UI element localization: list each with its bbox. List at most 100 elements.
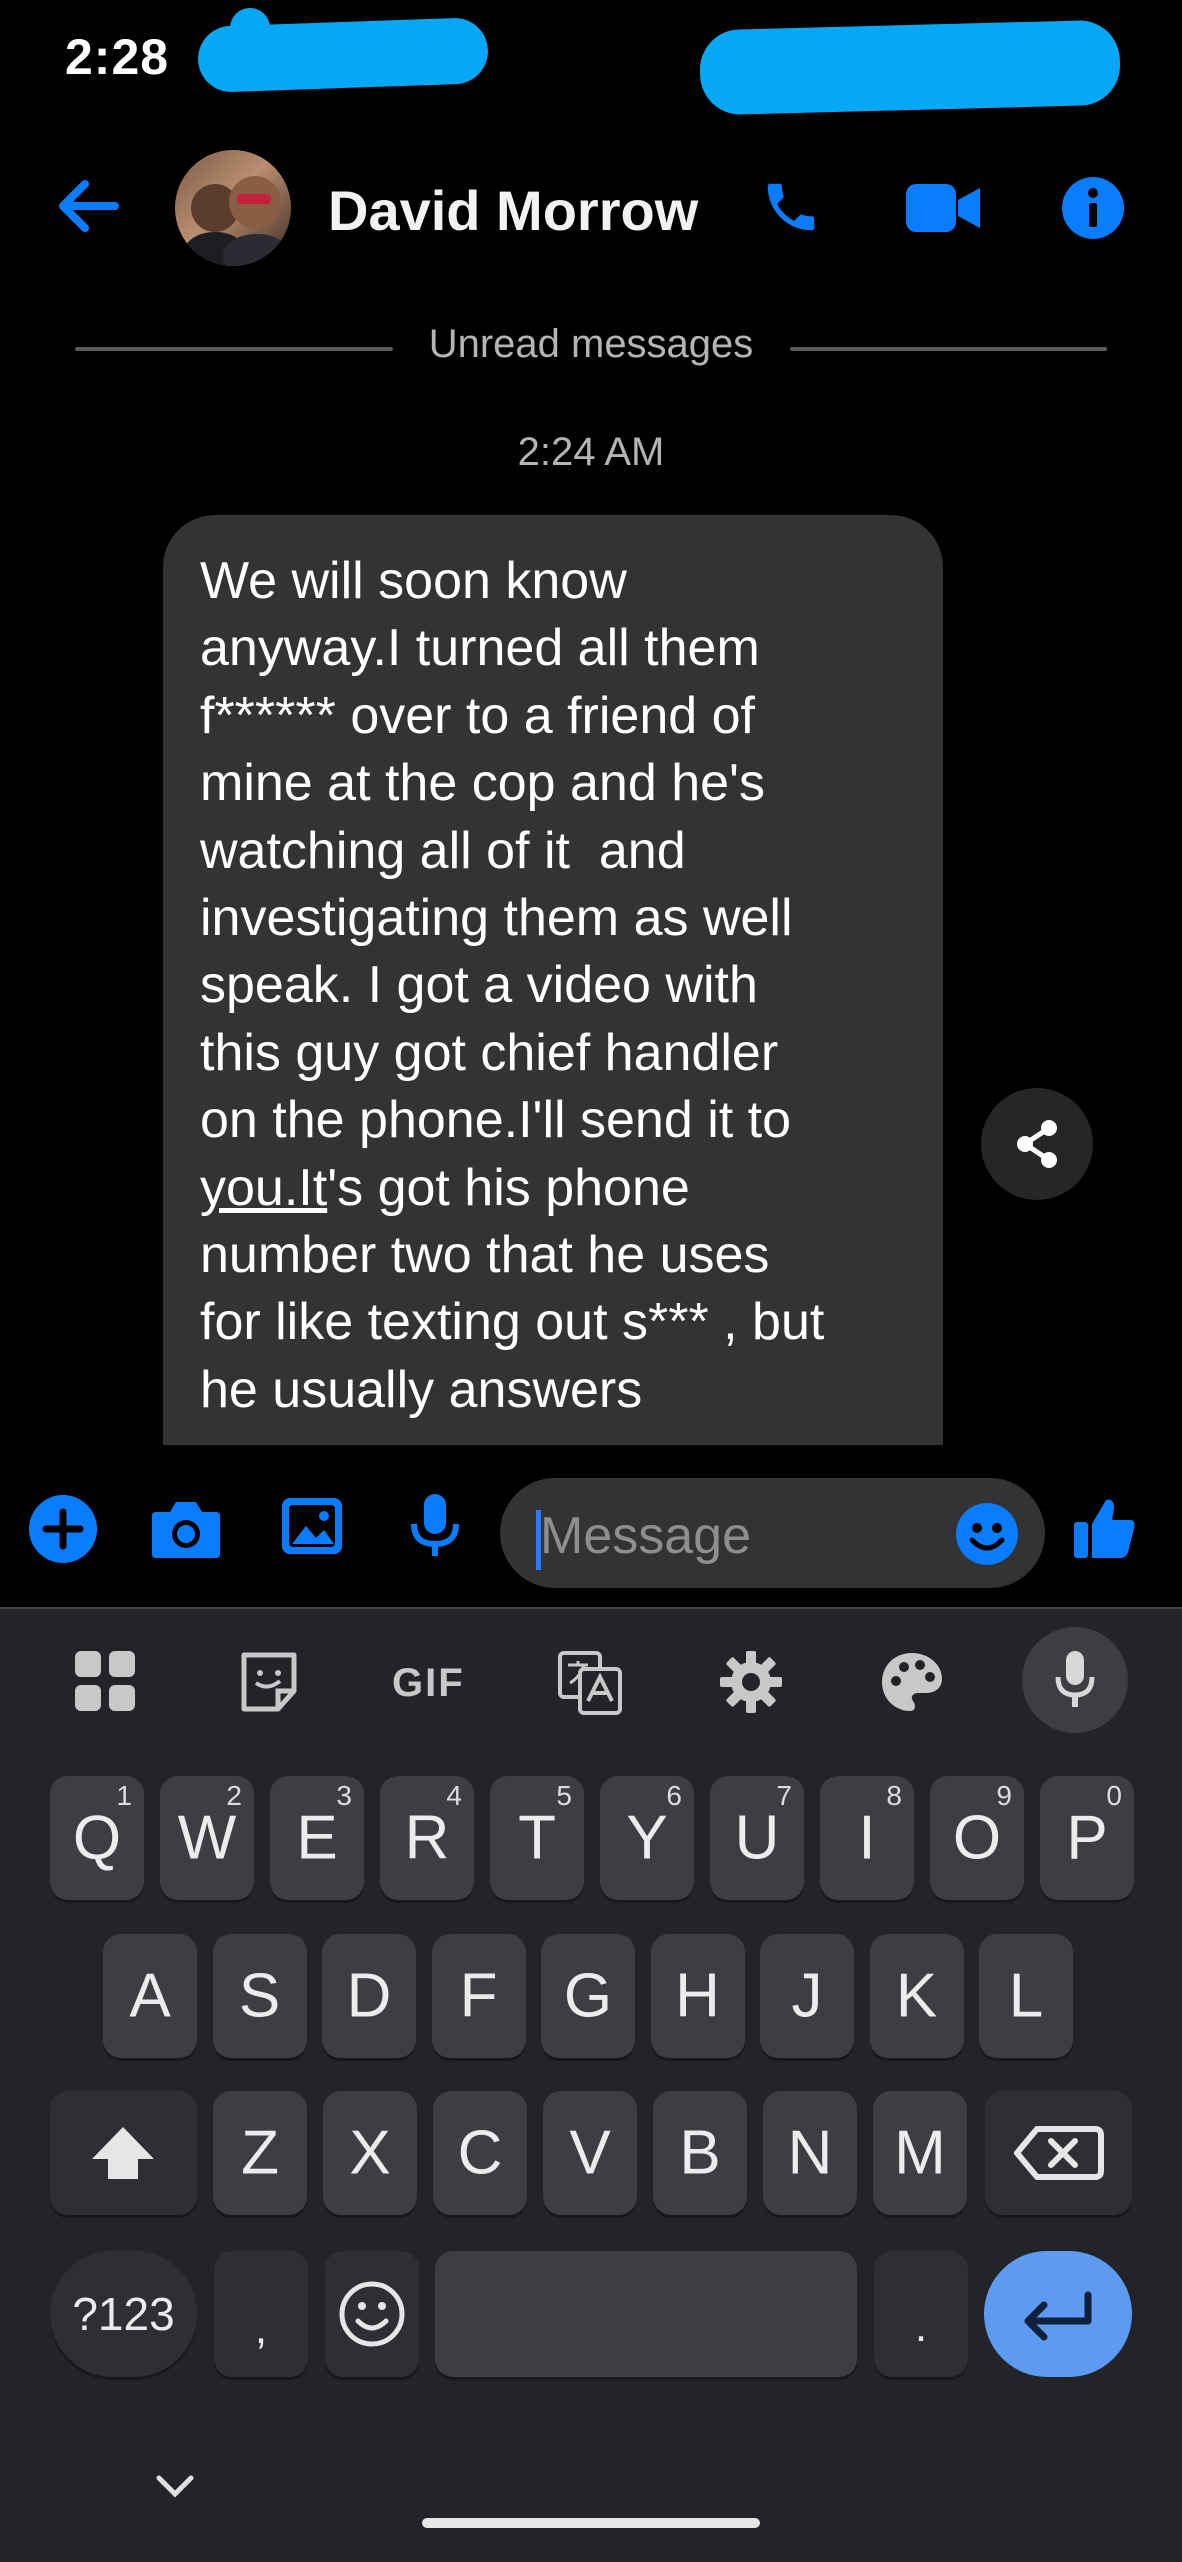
backspace-key[interactable] [985,2091,1132,2215]
period-key-label: . [914,2301,928,2351]
message-line-rest: 's got his phone [327,1158,690,1217]
phone-call-icon[interactable] [760,176,822,238]
key-c[interactable]: C [433,2091,527,2215]
message-line: We will soon know [200,552,627,610]
key-hint-number: 6 [666,1780,682,1811]
emoji-key[interactable] [325,2251,419,2377]
shift-key[interactable] [50,2091,197,2215]
unread-divider-label: Unread messages [428,322,754,366]
keyboard: GIF Q1W2E3R4T5Y6U7I8O9P0 ASDFGHJKL ZXCVB… [0,1607,1182,2562]
add-button[interactable] [28,1494,98,1569]
key-j[interactable]: J [760,1934,854,2058]
symbols-key[interactable]: ?123 [50,2251,197,2377]
period-key[interactable]: . [874,2251,968,2377]
microphone-icon[interactable] [410,1494,460,1565]
key-hint-number: 4 [446,1780,462,1811]
apps-grid-icon[interactable] [75,1651,137,1718]
key-label: N [787,2118,833,2188]
message-line: f****** over to a friend of [200,686,755,745]
key-label: J [791,1961,823,2031]
theme-palette-icon[interactable] [880,1651,944,1718]
key-label: K [895,1961,938,2031]
back-arrow-icon[interactable] [55,178,121,234]
key-e[interactable]: E3 [270,1776,364,1900]
key-label: T [518,1803,556,1873]
emoji-icon [339,2281,405,2347]
key-hint-number: 1 [116,1780,132,1811]
backspace-icon [1014,2126,1104,2180]
comma-key[interactable]: , [214,2251,308,2377]
video-call-icon[interactable] [906,182,982,234]
key-m[interactable]: M [873,2091,967,2215]
key-a[interactable]: A [103,1934,197,2058]
key-label: F [459,1961,498,2031]
key-r[interactable]: R4 [380,1776,474,1900]
message-input[interactable]: Message [540,1506,751,1566]
message-line: mine at the cop and he's [200,754,765,813]
avatar[interactable] [175,150,291,266]
gallery-icon[interactable] [280,1496,344,1561]
redaction-mark [698,19,1122,116]
message-line: you.It's got his phone [200,1155,920,1222]
sticker-icon[interactable] [238,1651,300,1718]
key-hint-number: 5 [556,1780,572,1811]
key-label: L [1008,1961,1044,2031]
key-l[interactable]: L [979,1934,1073,2058]
key-g[interactable]: G [541,1934,635,2058]
translate-icon[interactable] [558,1651,622,1720]
emoji-icon[interactable] [955,1502,1019,1571]
message-line: watching all of it and [200,821,686,880]
key-x[interactable]: X [323,2091,417,2215]
key-label: X [349,2118,391,2188]
key-b[interactable]: B [653,2091,747,2215]
key-label: S [238,1961,281,2031]
key-hint-number: 7 [776,1780,792,1811]
key-u[interactable]: U7 [710,1776,804,1900]
key-p[interactable]: P0 [1040,1776,1134,1900]
key-label: Q [72,1803,122,1873]
like-icon[interactable] [1072,1494,1138,1565]
message-line: anyway.I turned all them [200,619,760,678]
key-label: M [894,2118,946,2188]
message-timestamp: 2:24 AM [517,430,665,474]
status-time: 2:28 [65,29,170,85]
home-indicator[interactable] [422,2518,760,2528]
key-y[interactable]: Y6 [600,1776,694,1900]
key-label: R [404,1803,450,1873]
key-f[interactable]: F [431,1934,526,2058]
key-o[interactable]: O9 [930,1776,1024,1900]
message-text: We will soon know anyway.I turned all th… [200,548,920,1424]
share-button[interactable] [981,1088,1093,1200]
key-k[interactable]: K [869,1934,964,2058]
message-line: for like texting out s*** , but [200,1293,825,1352]
microphone-icon [1055,1651,1095,1707]
message-line: on the phone.I'll send it to [200,1091,792,1150]
info-icon[interactable] [1062,177,1124,239]
contact-name[interactable]: David Morrow [328,178,698,243]
key-h[interactable]: H [650,1934,745,2058]
key-q[interactable]: Q1 [50,1776,144,1900]
key-t[interactable]: T5 [490,1776,584,1900]
key-label: B [679,2118,721,2188]
key-n[interactable]: N [763,2091,857,2215]
key-w[interactable]: W2 [160,1776,254,1900]
settings-gear-icon[interactable] [720,1651,782,1718]
key-label: G [563,1961,613,2031]
gif-button[interactable]: GIF [392,1661,465,1706]
key-hint-number: 0 [1106,1780,1122,1811]
voice-input-button[interactable] [1022,1627,1128,1733]
space-bar[interactable] [435,2251,857,2377]
enter-key[interactable] [984,2251,1132,2377]
key-z[interactable]: Z [213,2091,307,2215]
key-label: E [296,1803,338,1873]
key-label: W [177,1803,237,1873]
key-v[interactable]: V [543,2091,637,2215]
key-d[interactable]: D [322,1934,416,2058]
key-s[interactable]: S [212,1934,307,2058]
key-label: V [569,2118,611,2188]
key-i[interactable]: I8 [820,1776,914,1900]
message-line: speak. I got a video with [200,956,758,1015]
hide-keyboard-icon[interactable] [155,2474,195,2503]
camera-icon[interactable] [150,1500,222,1563]
message-link[interactable]: you.It [200,1159,327,1217]
